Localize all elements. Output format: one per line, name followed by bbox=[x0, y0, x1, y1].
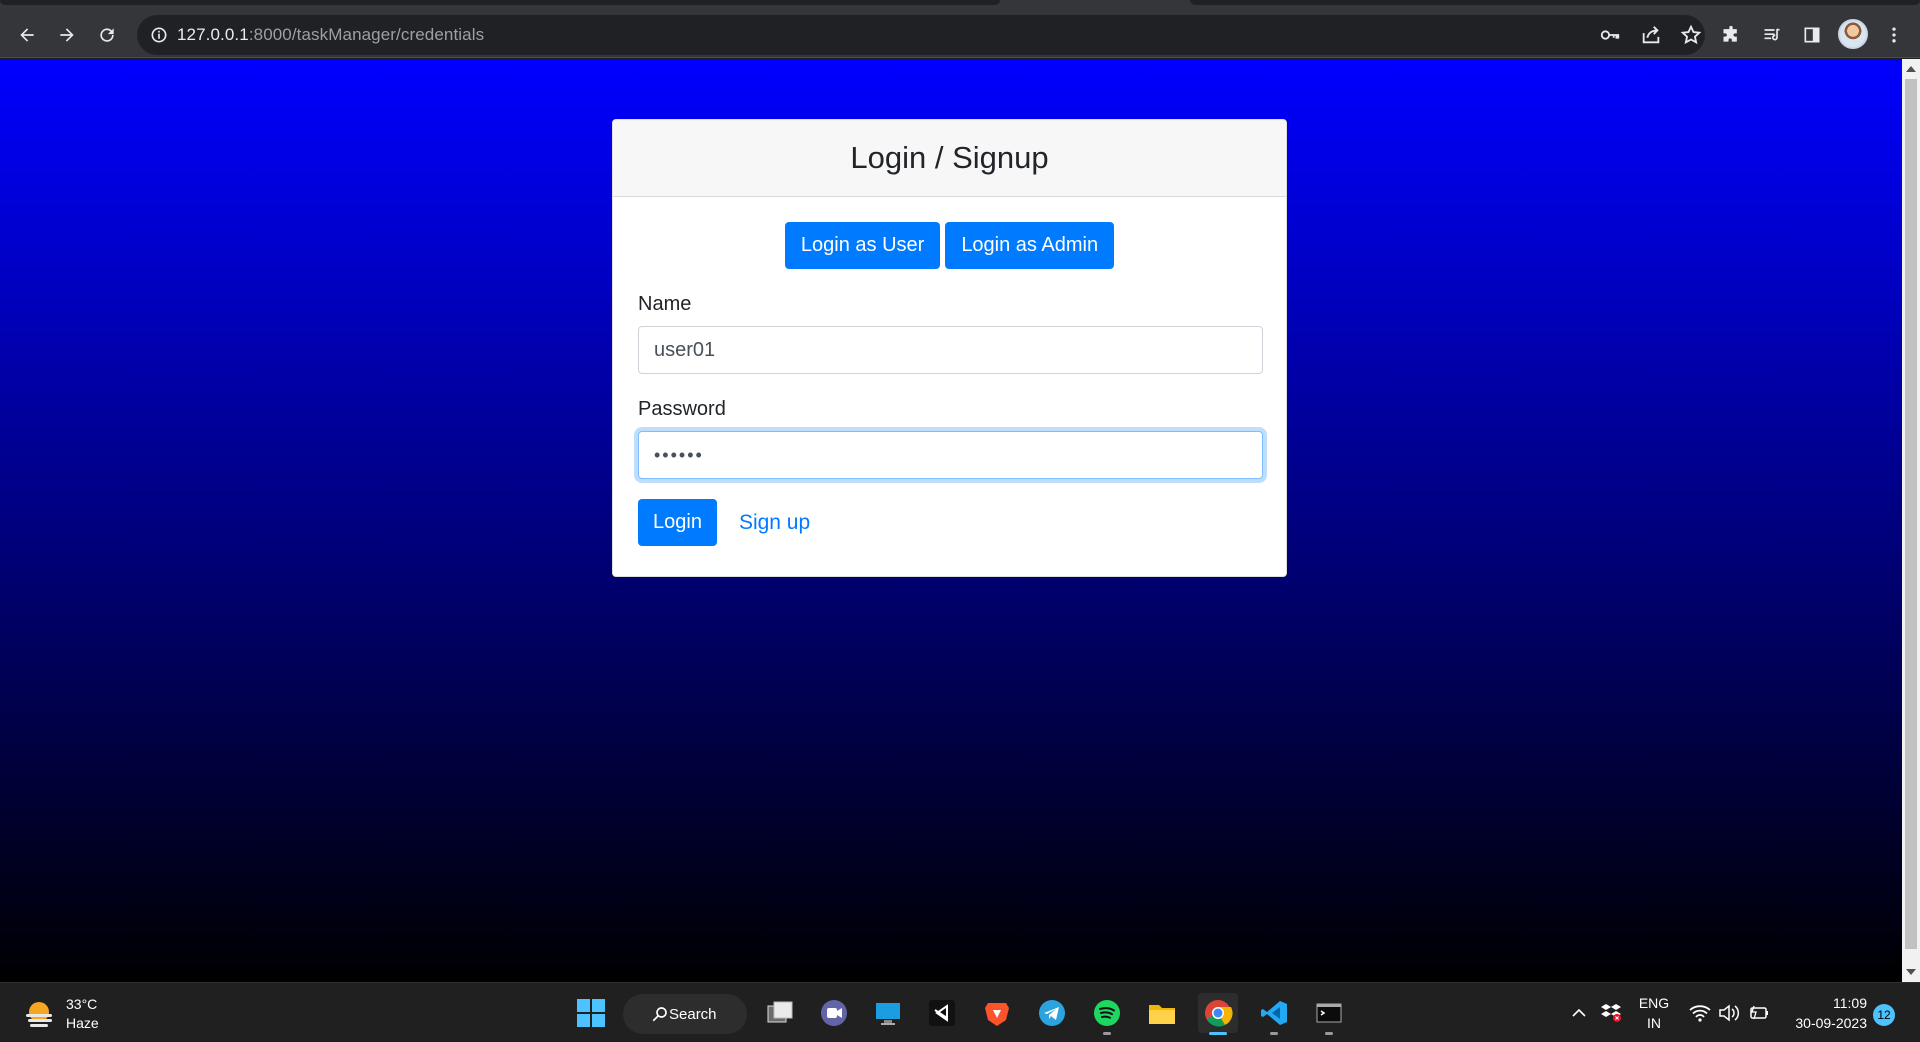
spotify-icon bbox=[1094, 1000, 1120, 1026]
remote-desktop-icon bbox=[876, 1003, 900, 1025]
weather-condition: Haze bbox=[66, 1015, 99, 1031]
tab-inactive[interactable] bbox=[1190, 0, 1920, 5]
password-group: Password •••••• bbox=[638, 398, 1263, 479]
telegram-button[interactable] bbox=[1032, 993, 1072, 1033]
extensions-icon bbox=[1723, 25, 1737, 42]
terminal-icon bbox=[1316, 1003, 1342, 1023]
task-view-button[interactable] bbox=[760, 993, 800, 1033]
file-explorer-button[interactable] bbox=[1142, 993, 1182, 1033]
vscode-button[interactable] bbox=[1254, 993, 1294, 1035]
forward-button[interactable] bbox=[51, 19, 83, 51]
scroll-down-arrow-icon[interactable] bbox=[1906, 969, 1916, 975]
task-view-icon bbox=[767, 1001, 793, 1023]
show-hidden-icons-chevron-up-icon[interactable] bbox=[1571, 1005, 1587, 1021]
search-icon bbox=[652, 1007, 667, 1022]
page-title: Login / Signup bbox=[850, 140, 1049, 175]
active-indicator bbox=[1209, 1032, 1227, 1035]
taskbar-search[interactable]: Search bbox=[623, 994, 747, 1034]
reload-button[interactable] bbox=[91, 19, 123, 51]
input-language-indicator[interactable]: ENG IN bbox=[1634, 993, 1674, 1033]
reading-list-button[interactable] bbox=[1756, 19, 1788, 51]
name-input-value: user01 bbox=[654, 338, 716, 361]
terminal-button[interactable] bbox=[1309, 993, 1349, 1035]
side-panel-button[interactable] bbox=[1796, 19, 1828, 51]
visual-studio-button[interactable] bbox=[922, 993, 962, 1033]
wifi-icon[interactable] bbox=[1689, 1003, 1711, 1023]
clock-date: 30-09-2023 bbox=[1795, 1015, 1867, 1031]
password-input[interactable]: •••••• bbox=[638, 431, 1263, 479]
address-bar[interactable]: 127.0.0.1:8000/taskManager/credentials bbox=[137, 15, 1705, 55]
volume-icon[interactable] bbox=[1718, 1003, 1740, 1023]
name-label: Name bbox=[638, 293, 692, 315]
tab-inactive[interactable] bbox=[0, 0, 1000, 5]
start-button[interactable] bbox=[571, 993, 611, 1033]
teams-chat-icon bbox=[821, 1000, 847, 1026]
chrome-button[interactable] bbox=[1198, 993, 1238, 1035]
scroll-up-arrow-icon[interactable] bbox=[1906, 66, 1916, 72]
signup-link[interactable]: Sign up bbox=[739, 511, 810, 535]
url-path: :8000/taskManager/credentials bbox=[248, 25, 485, 44]
file-explorer-icon bbox=[1149, 1005, 1175, 1024]
role-selector: Login as User Login as Admin bbox=[638, 222, 1261, 269]
more-menu-icon bbox=[1892, 27, 1896, 43]
card-body: Login as User Login as Admin Name user01… bbox=[613, 197, 1286, 571]
telegram-icon bbox=[1039, 1000, 1065, 1026]
password-input-value: •••••• bbox=[654, 444, 704, 465]
login-card: Login / Signup Login as User Login as Ad… bbox=[612, 119, 1287, 577]
clock-time: 11:09 bbox=[1833, 995, 1867, 1011]
battery-icon[interactable] bbox=[1748, 1003, 1770, 1023]
running-indicator bbox=[1103, 1032, 1111, 1035]
name-input[interactable]: user01 bbox=[638, 326, 1263, 374]
login-as-admin-button[interactable]: Login as Admin bbox=[945, 222, 1115, 269]
scrollbar-thumb[interactable] bbox=[1905, 79, 1917, 949]
brave-browser-icon bbox=[985, 1003, 1009, 1026]
bookmark-star-icon[interactable] bbox=[1680, 24, 1702, 46]
url-host: 127.0.0.1 bbox=[177, 25, 249, 44]
url-text[interactable]: 127.0.0.1:8000/taskManager/credentials bbox=[177, 25, 484, 45]
start-icon bbox=[577, 999, 605, 1027]
dropbox-icon[interactable] bbox=[1600, 1001, 1622, 1023]
more-menu-button[interactable] bbox=[1878, 19, 1910, 51]
brave-browser-button[interactable] bbox=[977, 993, 1017, 1033]
search-label: Search bbox=[669, 1005, 717, 1023]
windows-taskbar: 33°C Haze Search ENG IN 11:09 30-09-2023… bbox=[0, 982, 1920, 1042]
visual-studio-icon bbox=[929, 1000, 955, 1026]
password-label: Password bbox=[638, 398, 726, 420]
region-code: IN bbox=[1647, 1015, 1661, 1031]
tab-strip bbox=[0, 0, 1920, 11]
back-button[interactable] bbox=[11, 19, 43, 51]
page-viewport: Login / Signup Login as User Login as Ad… bbox=[0, 59, 1902, 982]
reading-list-icon bbox=[1764, 28, 1780, 41]
key-icon[interactable] bbox=[1599, 24, 1621, 46]
reload-icon bbox=[100, 28, 114, 42]
running-indicator bbox=[1325, 1032, 1333, 1035]
weather-temperature: 33°C bbox=[66, 996, 98, 1012]
language-code: ENG bbox=[1638, 995, 1670, 1011]
spotify-button[interactable] bbox=[1087, 993, 1127, 1035]
card-header: Login / Signup bbox=[613, 120, 1286, 197]
form-actions: Login Sign up bbox=[638, 499, 1261, 546]
login-button[interactable]: Login bbox=[638, 499, 717, 546]
profile-avatar[interactable] bbox=[1838, 19, 1868, 49]
remote-desktop-button[interactable] bbox=[868, 993, 908, 1033]
name-group: Name user01 bbox=[638, 293, 1263, 374]
forward-arrow-icon bbox=[60, 28, 74, 42]
system-clock[interactable]: 11:09 30-09-2023 bbox=[1787, 993, 1867, 1033]
site-info-icon[interactable] bbox=[149, 25, 169, 45]
running-indicator bbox=[1270, 1032, 1278, 1035]
weather-widget[interactable]: 33°C Haze bbox=[22, 995, 99, 1033]
vscode-icon bbox=[1261, 1001, 1287, 1025]
side-panel-icon bbox=[1804, 27, 1820, 43]
back-arrow-icon bbox=[20, 28, 34, 42]
chrome-icon bbox=[1205, 1000, 1233, 1027]
extensions-button[interactable] bbox=[1715, 19, 1747, 51]
page-scrollbar[interactable] bbox=[1902, 59, 1920, 982]
haze-weather-icon bbox=[26, 1002, 52, 1027]
login-as-user-button[interactable]: Login as User bbox=[784, 222, 941, 269]
share-icon[interactable] bbox=[1640, 24, 1662, 46]
teams-chat-button[interactable] bbox=[814, 993, 854, 1033]
notification-badge[interactable]: 12 bbox=[1873, 1004, 1895, 1026]
browser-toolbar: 127.0.0.1:8000/taskManager/credentials bbox=[0, 11, 1920, 58]
